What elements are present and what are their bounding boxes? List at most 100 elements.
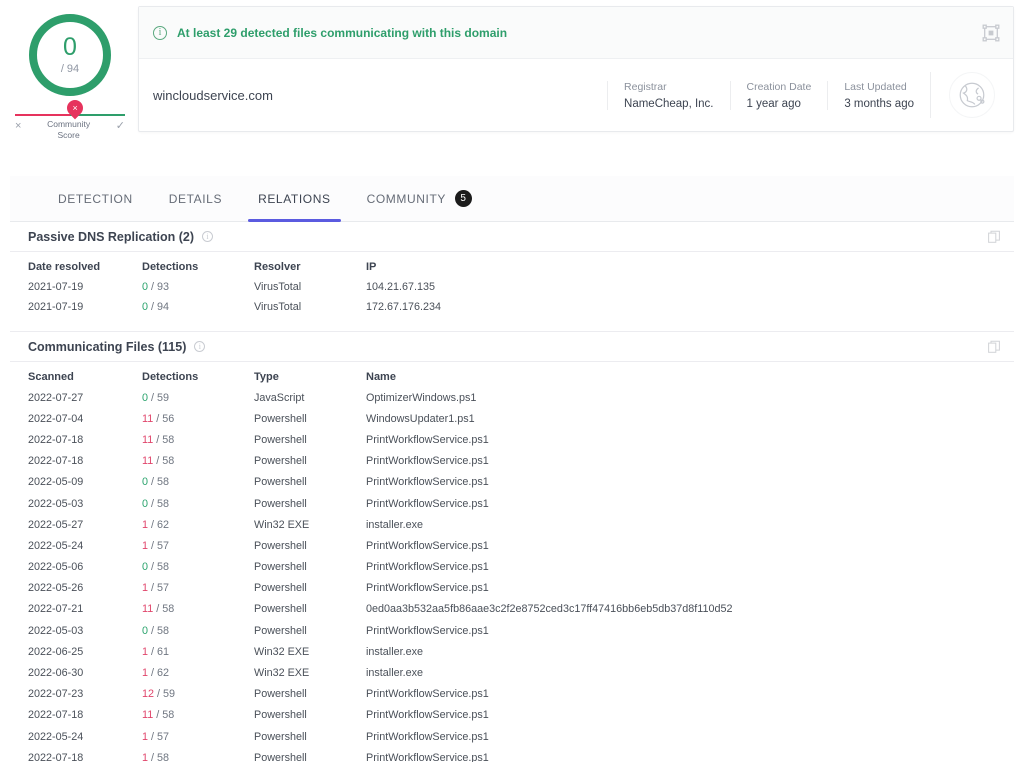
detection-count: 11 <box>142 412 154 425</box>
detection-total: / 58 <box>156 709 175 722</box>
cell-name: PrintWorkflowService.ps1 <box>366 688 489 701</box>
community-score-pin-glyph: × <box>72 102 78 113</box>
detection-count: 11 <box>142 603 154 616</box>
cell-type: Win32 EXE <box>254 645 310 658</box>
passive-dns-header: Passive DNS Replication (2) i <box>10 222 1014 252</box>
cell-resolver: VirusTotal <box>254 281 302 293</box>
passive-dns-title: Passive DNS Replication (2) <box>28 229 195 244</box>
communicating-files-title: Communicating Files (115) <box>28 339 187 354</box>
cell-detections: 1 / 58 <box>142 747 254 762</box>
copy-icon[interactable] <box>988 230 1000 243</box>
cell-scanned: 2022-07-18 <box>28 433 84 446</box>
table-row[interactable]: 2022-05-24 1 / 57 Powershell PrintWorkflowS… <box>28 726 996 747</box>
cell-detections: 0 / 58 <box>142 620 254 641</box>
table-row[interactable]: 2022-05-26 1 / 57 Powershell PrintWorkflowS… <box>28 578 996 599</box>
passive-dns-table: Date resolved Detections Resolver IP 202… <box>28 252 996 317</box>
cell-name: installer.exe <box>366 518 424 531</box>
detection-banner: i At least 29 detected files communicati… <box>139 7 1013 59</box>
tab-community-label: COMMUNITY <box>366 191 446 206</box>
info-icon[interactable]: i <box>194 341 206 352</box>
table-row[interactable]: 2021-07-19 0 / 94 VirusTotal 172.67.176.… <box>28 297 996 317</box>
cell-type: Powershell <box>254 561 307 574</box>
community-score-label-line2: Score <box>57 130 80 141</box>
cell-date-resolved: 2021-07-19 <box>28 301 84 313</box>
tab-detection[interactable]: DETECTION <box>40 176 151 221</box>
cell-type: Powershell <box>254 455 307 468</box>
table-row[interactable]: 2022-05-03 0 / 58 Powershell PrintWorkflowS… <box>28 620 996 641</box>
cell-resolver: VirusTotal <box>254 301 302 313</box>
tab-relations[interactable]: RELATIONS <box>240 176 349 222</box>
communicating-files-table-wrap: Scanned Detections Type Name 2022-07-27 0… <box>10 362 1014 762</box>
cell-name: 0ed0aa3b532aa5fb86aae3c2f2e8752ced3c17ff… <box>366 603 733 616</box>
community-score-positive-icon: ✓ <box>115 120 125 132</box>
tab-details[interactable]: DETAILS <box>151 176 240 221</box>
cell-name: PrintWorkflowService.ps1 <box>366 497 489 510</box>
cell-name: PrintWorkflowService.ps1 <box>366 730 489 743</box>
detection-count: 11 <box>142 433 154 446</box>
detection-total: / 58 <box>151 624 170 637</box>
cell-name: PrintWorkflowService.ps1 <box>366 561 489 574</box>
table-row[interactable]: 2022-05-27 1 / 62 Win32 EXE installer.exe <box>28 514 996 535</box>
table-row[interactable]: 2022-05-09 0 / 58 Powershell PrintWorkflowS… <box>28 472 996 493</box>
detection-count: 1 <box>142 645 149 658</box>
table-row[interactable]: 2022-05-24 1 / 57 Powershell PrintWorkflowS… <box>28 535 996 556</box>
table-row[interactable]: 2022-06-30 1 / 62 Win32 EXE installer.exe <box>28 662 996 683</box>
copy-icon[interactable] <box>988 340 1000 353</box>
detection-total: / 59 <box>151 391 170 404</box>
cell-detections: 11 / 58 <box>142 705 254 726</box>
detection-count: 0 <box>142 497 149 510</box>
info-icon[interactable]: i <box>202 231 214 242</box>
cell-detections: 0 / 93 <box>142 277 254 297</box>
tab-details-label: DETAILS <box>168 191 223 206</box>
community-score-widget[interactable]: × × Community Score ✓ <box>15 96 125 142</box>
score-value: 0 <box>63 33 77 61</box>
detection-total: / 58 <box>151 751 170 762</box>
tab-community-badge: 5 <box>455 190 472 207</box>
passive-dns-section: Passive DNS Replication (2) i Date resol… <box>10 222 1014 323</box>
table-row[interactable]: 2022-07-21 11 / 58 Powershell 0ed0aa3b532aa… <box>28 599 996 620</box>
meta-registrar-value: NameCheap, Inc. <box>624 97 714 110</box>
detection-count: 11 <box>142 455 154 468</box>
detection-total: / 61 <box>151 645 170 658</box>
meta-last-updated-value: 3 months ago <box>844 97 914 110</box>
cell-scanned: 2022-07-04 <box>28 412 84 425</box>
table-row[interactable]: 2021-07-19 0 / 93 VirusTotal 104.21.67.1… <box>28 277 996 297</box>
detection-total: / 58 <box>156 433 175 446</box>
table-row[interactable]: 2022-07-18 11 / 58 Powershell PrintWorkflow… <box>28 429 996 450</box>
cell-detections: 1 / 62 <box>142 514 254 535</box>
tab-community[interactable]: COMMUNITY 5 <box>349 176 490 221</box>
col-type: Type <box>254 371 279 383</box>
col-ip: IP <box>366 261 377 273</box>
cell-ip: 172.67.176.234 <box>366 301 442 313</box>
cell-scanned: 2022-05-03 <box>28 624 84 637</box>
cell-scanned: 2022-05-03 <box>28 497 84 510</box>
table-row[interactable]: 2022-07-18 11 / 58 Powershell PrintWorkflow… <box>28 451 996 472</box>
detection-total: / 59 <box>157 688 176 701</box>
expand-icon[interactable] <box>981 23 1001 43</box>
detection-count: 0 <box>142 561 149 574</box>
detection-total: / 57 <box>151 539 170 552</box>
meta-registrar-label: Registrar <box>624 80 667 93</box>
tab-relations-label: RELATIONS <box>258 191 331 206</box>
domain-summary-row: wincloudservice.com Registrar NameCheap,… <box>139 59 1013 131</box>
detection-total: / 58 <box>156 455 175 468</box>
tab-detection-label: DETECTION <box>58 191 133 206</box>
table-row[interactable]: 2022-07-18 11 / 58 Powershell PrintWorkflow… <box>28 705 996 726</box>
info-circle-icon: i <box>153 25 167 40</box>
table-row[interactable]: 2022-07-23 12 / 59 Powershell PrintWorkflow… <box>28 684 996 705</box>
table-row[interactable]: 2022-07-18 1 / 58 Powershell PrintWorkflowS… <box>28 747 996 762</box>
cell-name: OptimizerWindows.ps1 <box>366 391 477 404</box>
score-total: / 94 <box>60 63 80 75</box>
table-row[interactable]: 2022-07-04 11 / 56 Powershell WindowsUpdate… <box>28 408 996 429</box>
cell-type: Powershell <box>254 497 307 510</box>
cell-name: installer.exe <box>366 667 424 680</box>
table-row[interactable]: 2022-06-25 1 / 61 Win32 EXE installer.exe <box>28 641 996 662</box>
cell-detections: 1 / 57 <box>142 535 254 556</box>
table-row[interactable]: 2022-07-27 0 / 59 JavaScript OptimizerWindo… <box>28 387 996 408</box>
cell-detections: 11 / 56 <box>142 408 254 429</box>
table-row[interactable]: 2022-05-03 0 / 58 Powershell PrintWorkflowS… <box>28 493 996 514</box>
table-row[interactable]: 2022-05-06 0 / 58 Powershell PrintWorkflowS… <box>28 557 996 578</box>
meta-last-updated-label: Last Updated <box>844 80 907 93</box>
detection-total: / 57 <box>151 730 170 743</box>
cell-scanned: 2022-05-27 <box>28 518 84 531</box>
